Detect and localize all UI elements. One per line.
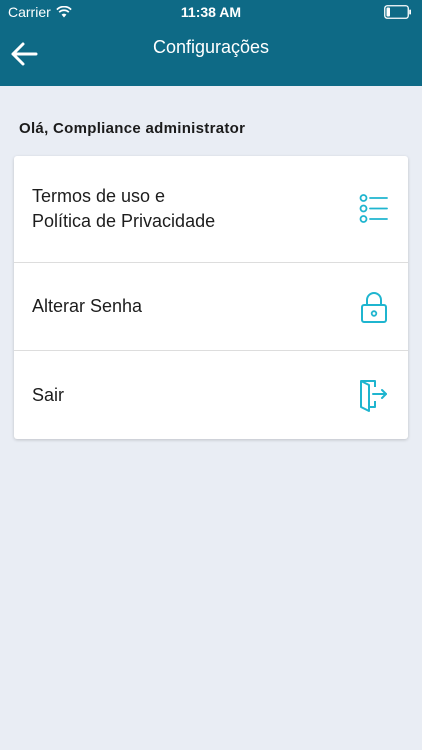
terms-label-line1: Termos de uso e <box>32 186 166 206</box>
navigation-bar: Configurações <box>0 24 422 86</box>
status-bar: Carrier 11:38 AM <box>0 0 422 24</box>
menu-item-label: Termos de uso e Política de Privacidade <box>32 184 358 234</box>
lock-icon <box>358 289 390 325</box>
battery-icon <box>384 5 411 19</box>
settings-screen: Carrier 11:38 AM Configurações Olá, Comp… <box>0 0 422 750</box>
terms-label-line2: Política de Privacidade <box>32 211 216 231</box>
status-time: 11:38 AM <box>180 4 242 20</box>
exit-door-icon <box>358 377 390 413</box>
page-title: Configurações <box>152 37 270 57</box>
menu-item-logout[interactable]: Sair <box>14 351 408 439</box>
settings-menu: Termos de uso e Política de Privacidade … <box>14 156 408 439</box>
menu-item-label: Alterar Senha <box>32 296 143 316</box>
list-icon <box>358 191 390 227</box>
app-header: Carrier 11:38 AM Configurações <box>0 0 422 86</box>
menu-item-terms-privacy[interactable]: Termos de uso e Política de Privacidade <box>14 156 408 263</box>
menu-item-label: Sair <box>32 384 65 405</box>
menu-item-change-password[interactable]: Alterar Senha <box>14 263 408 351</box>
greeting-text: Olá, Compliance administrator <box>19 120 246 137</box>
